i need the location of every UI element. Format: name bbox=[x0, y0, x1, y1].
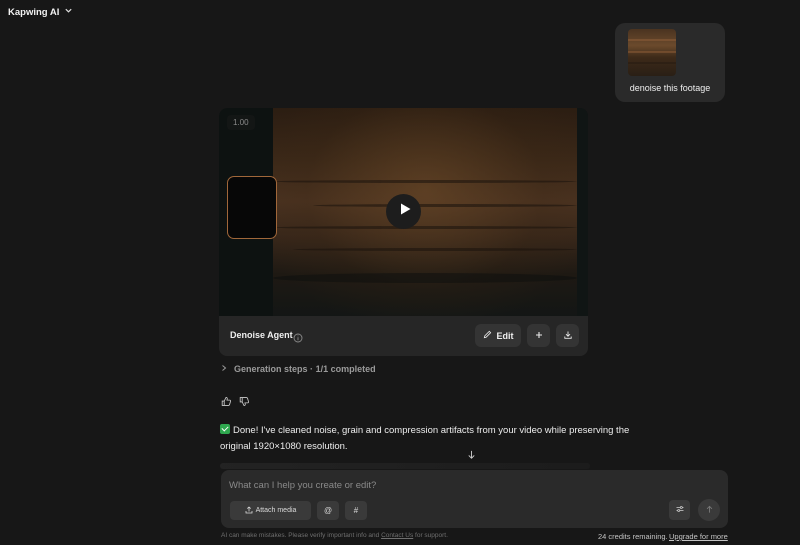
upgrade-link[interactable]: Upgrade for more bbox=[669, 532, 728, 541]
attach-media-label: Attach media bbox=[255, 507, 297, 514]
faded-text-line bbox=[220, 463, 590, 469]
arrow-up-icon bbox=[705, 501, 714, 519]
send-button[interactable] bbox=[698, 499, 720, 521]
video-player[interactable]: 1.00 bbox=[219, 108, 588, 316]
thumbs-up-icon[interactable] bbox=[221, 394, 233, 406]
disclaimer-text: AI can make mistakes. Please verify impo… bbox=[221, 532, 380, 539]
reply-line-2: original 1920×1080 resolution. bbox=[220, 440, 348, 452]
user-message-text: denoise this footage bbox=[629, 83, 711, 93]
disclaimer: AI can make mistakes. Please verify impo… bbox=[221, 532, 448, 539]
user-video-thumbnail[interactable] bbox=[628, 29, 676, 76]
chevron-right-icon bbox=[220, 364, 228, 374]
generation-steps-toggle[interactable]: Generation steps · 1/1 completed bbox=[220, 364, 376, 374]
app-name: Kapwing AI bbox=[8, 6, 60, 18]
pencil-icon bbox=[483, 330, 492, 341]
disclaimer-suffix: for support. bbox=[415, 532, 448, 539]
hashtag-button[interactable]: # bbox=[345, 501, 367, 520]
app-switcher[interactable]: Kapwing AI bbox=[8, 5, 73, 19]
download-icon bbox=[563, 327, 573, 345]
chat-composer: Attach media @ # bbox=[221, 470, 728, 528]
play-button[interactable] bbox=[386, 194, 421, 229]
video-result-card: 1.00 Denoise Agent Edit bbox=[219, 108, 588, 356]
picture-in-picture-thumbnail[interactable] bbox=[227, 176, 277, 239]
generation-steps-separator: · bbox=[310, 364, 314, 374]
edit-label: Edit bbox=[496, 330, 514, 341]
chevron-down-icon bbox=[64, 6, 73, 18]
upload-icon bbox=[245, 505, 253, 516]
arrow-down-icon[interactable] bbox=[466, 447, 478, 459]
generation-steps-status: 1/1 completed bbox=[315, 364, 376, 374]
agent-name: Denoise Agent bbox=[230, 330, 293, 340]
add-button[interactable] bbox=[527, 324, 550, 347]
reply-line-1: Done! I've cleaned noise, grain and comp… bbox=[233, 425, 630, 436]
generation-steps-label: Generation steps bbox=[234, 364, 308, 374]
contact-us-link[interactable]: Contact Us bbox=[381, 532, 413, 539]
attach-media-button[interactable]: Attach media bbox=[230, 501, 311, 520]
credits-remaining: 24 credits remaining. bbox=[598, 532, 668, 541]
check-box-icon bbox=[220, 424, 230, 434]
download-button[interactable] bbox=[556, 324, 579, 347]
user-message: denoise this footage bbox=[615, 23, 725, 102]
plus-icon bbox=[534, 327, 544, 345]
assistant-reply: Done! I've cleaned noise, grain and comp… bbox=[220, 423, 630, 454]
chat-input[interactable] bbox=[229, 478, 649, 492]
info-icon[interactable] bbox=[293, 330, 303, 343]
zoom-level-badge: 1.00 bbox=[227, 115, 255, 130]
video-card-footer: Denoise Agent Edit bbox=[219, 316, 588, 356]
thumbs-down-icon[interactable] bbox=[239, 394, 251, 407]
settings-button[interactable] bbox=[669, 500, 690, 520]
mention-button[interactable]: @ bbox=[317, 501, 339, 520]
play-icon bbox=[396, 202, 412, 221]
video-frame bbox=[273, 108, 577, 316]
edit-button[interactable]: Edit bbox=[475, 324, 521, 347]
sliders-icon bbox=[675, 501, 685, 519]
